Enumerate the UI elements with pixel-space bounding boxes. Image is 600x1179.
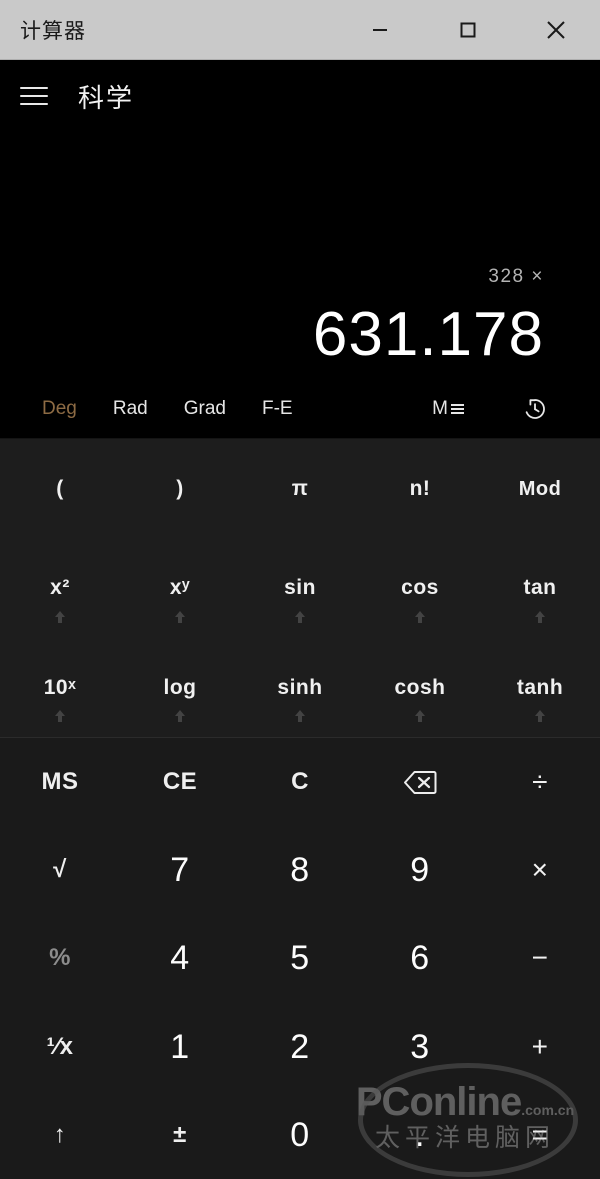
- key-digit-1[interactable]: 1: [120, 1003, 240, 1091]
- key-cosh[interactable]: cosh: [360, 638, 480, 737]
- memory-button[interactable]: M: [432, 398, 464, 420]
- key-subtract[interactable]: −: [480, 914, 600, 1002]
- mode-rad[interactable]: Rad: [113, 398, 148, 420]
- key-x-squared[interactable]: x²: [0, 538, 120, 637]
- key-factorial[interactable]: n!: [360, 439, 480, 538]
- shift-up-arrow-icon: [295, 610, 305, 623]
- window-controls: [336, 0, 600, 59]
- memory-list-icon: [451, 404, 464, 414]
- mode-row: Deg Rad Grad F-E M: [0, 380, 600, 438]
- key-ten-power-x[interactable]: 10ˣ: [0, 638, 120, 737]
- key-digit-5[interactable]: 5: [240, 914, 360, 1002]
- mode-fe[interactable]: F-E: [262, 398, 293, 420]
- shift-up-arrow-icon: [415, 610, 425, 623]
- shift-up-arrow-icon: [55, 710, 65, 722]
- key-digit-6[interactable]: 6: [360, 914, 480, 1002]
- key-pi[interactable]: π: [240, 439, 360, 538]
- shift-up-arrow-icon: [415, 710, 425, 722]
- key-digit-8[interactable]: 8: [240, 826, 360, 914]
- key-memory-store[interactable]: MS: [0, 738, 120, 826]
- key-close-paren[interactable]: ): [120, 439, 240, 538]
- angle-mode-group: Deg Rad Grad F-E: [42, 398, 293, 420]
- shift-up-arrow-icon: [55, 610, 65, 623]
- key-digit-3[interactable]: 3: [360, 1003, 480, 1091]
- key-digit-7[interactable]: 7: [120, 826, 240, 914]
- mode-grad[interactable]: Grad: [184, 398, 226, 420]
- key-equals[interactable]: =: [480, 1091, 600, 1179]
- key-modulo[interactable]: Mod: [480, 439, 600, 538]
- mode-deg[interactable]: Deg: [42, 398, 77, 420]
- history-button[interactable]: [522, 396, 548, 422]
- display-tools: M: [432, 396, 600, 422]
- title-bar: 计算器: [0, 0, 600, 60]
- key-percent[interactable]: %: [0, 914, 120, 1002]
- key-clear-entry[interactable]: CE: [120, 738, 240, 826]
- key-tanh[interactable]: tanh: [480, 638, 600, 737]
- key-add[interactable]: +: [480, 1003, 600, 1091]
- maximize-button[interactable]: [424, 0, 512, 60]
- key-digit-2[interactable]: 2: [240, 1003, 360, 1091]
- key-cosine[interactable]: cos: [360, 538, 480, 637]
- hamburger-menu-icon[interactable]: [20, 79, 54, 113]
- history-clock-icon: [525, 399, 545, 419]
- key-sine[interactable]: sin: [240, 538, 360, 637]
- key-clear[interactable]: C: [240, 738, 360, 826]
- backspace-icon: [404, 770, 437, 794]
- close-icon: [547, 20, 565, 39]
- key-backspace[interactable]: [360, 738, 480, 826]
- key-multiply[interactable]: ×: [480, 826, 600, 914]
- key-shift-up[interactable]: ↑: [0, 1091, 120, 1179]
- window-title: 计算器: [20, 19, 86, 43]
- key-x-power-y[interactable]: xʸ: [120, 538, 240, 637]
- shift-up-arrow-icon: [175, 710, 185, 722]
- shift-up-arrow-icon: [295, 710, 305, 722]
- expression-text: 328 ×: [488, 266, 544, 287]
- key-digit-9[interactable]: 9: [360, 826, 480, 914]
- scientific-keypad: ( ) π n! Mod x² xʸ sin cos tan 10ˣ log s…: [0, 438, 600, 737]
- numeric-keypad: MS CE C ÷ √ 7 8 9 × % 4 5 6 − ¹⁄x 1 2 3 …: [0, 737, 600, 1179]
- key-square-root[interactable]: √: [0, 826, 120, 914]
- shift-up-arrow-icon: [535, 610, 545, 623]
- close-button[interactable]: [512, 0, 600, 60]
- key-plus-minus[interactable]: ±: [120, 1091, 240, 1179]
- key-sinh[interactable]: sinh: [240, 638, 360, 737]
- maximize-icon: [460, 22, 476, 37]
- key-digit-0[interactable]: 0: [240, 1091, 360, 1179]
- calculator-mode-title: 科学: [78, 82, 135, 113]
- shift-up-arrow-icon: [175, 610, 185, 623]
- shift-up-arrow-icon: [535, 710, 545, 722]
- display-area: 328 × 631.178: [0, 132, 600, 380]
- memory-label: M: [432, 398, 448, 419]
- result-value: 631.178: [312, 300, 544, 369]
- minimize-icon: [373, 28, 387, 31]
- key-divide[interactable]: ÷: [480, 738, 600, 826]
- key-tangent[interactable]: tan: [480, 538, 600, 637]
- key-logarithm[interactable]: log: [120, 638, 240, 737]
- minimize-button[interactable]: [336, 0, 424, 60]
- key-decimal-point[interactable]: .: [360, 1091, 480, 1179]
- key-reciprocal[interactable]: ¹⁄x: [0, 1003, 120, 1091]
- calculator-window: 计算器 科学 328 × 631.178 Deg Rad Grad F-E M …: [0, 0, 600, 1179]
- key-open-paren[interactable]: (: [0, 439, 120, 538]
- nav-header: 科学: [0, 60, 600, 132]
- key-digit-4[interactable]: 4: [120, 914, 240, 1002]
